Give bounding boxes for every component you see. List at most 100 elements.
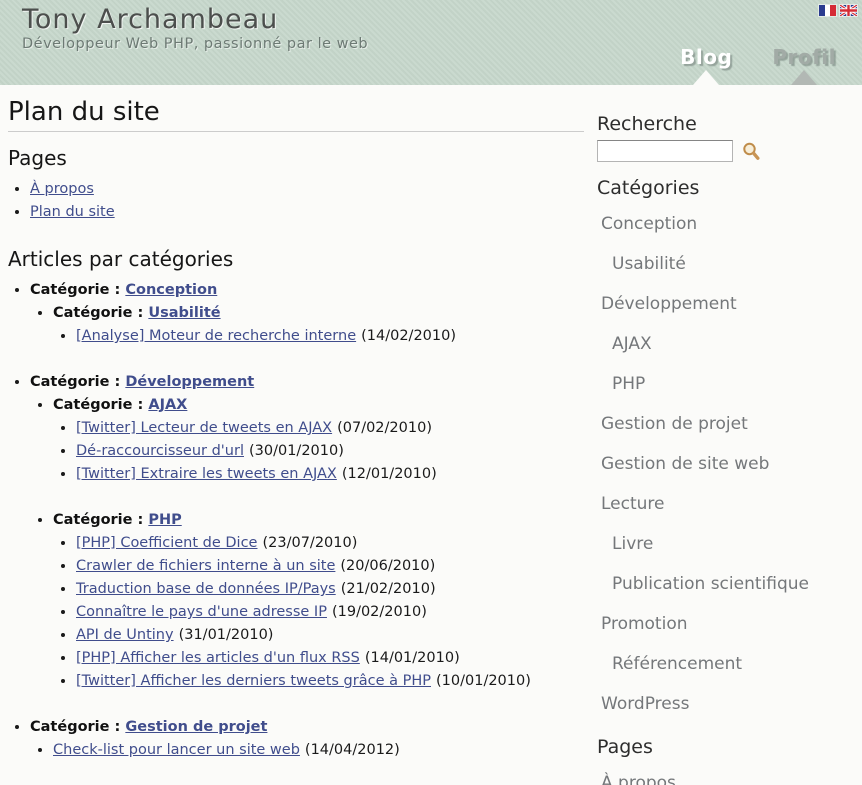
category-label: Catégorie : xyxy=(30,719,120,735)
category-link-gestion-de-projet[interactable]: Gestion de projet xyxy=(125,719,267,735)
article-link[interactable]: [PHP] Coefficient de Dice xyxy=(76,535,257,551)
nav-item-blog[interactable]: Blog xyxy=(680,45,732,85)
category-group: Catégorie : Développement Catégorie : AJAX… xyxy=(30,371,584,693)
main-content: Plan du site Pages À propos Plan du site… xyxy=(8,85,584,785)
sidebar-item-conception[interactable]: Conception xyxy=(597,204,859,244)
sidebar-item-ajax[interactable]: AJAX xyxy=(597,324,859,364)
category-label: Catégorie : xyxy=(30,374,120,390)
article-link[interactable]: Check-list pour lancer un site web xyxy=(53,742,300,758)
article-list: Check-list pour lancer un site web (14/04… xyxy=(30,739,584,762)
site-title[interactable]: Tony Archambeau xyxy=(22,4,278,35)
sidebar-pages-list: À propos xyxy=(597,763,859,785)
article-date: (20/06/2010) xyxy=(340,558,435,574)
article-item: API de Untiny (31/01/2010) xyxy=(76,624,584,647)
sidebar-pages-heading: Pages xyxy=(597,736,859,759)
article-link[interactable]: Connaître le pays d'une adresse IP xyxy=(76,604,327,620)
article-date: (07/02/2010) xyxy=(337,420,432,436)
article-date: (10/01/2010) xyxy=(436,673,531,689)
sidebar: Recherche Catégories Conception Usabilit… xyxy=(597,85,859,785)
article-link[interactable]: [Twitter] Extraire les tweets en AJAX xyxy=(76,466,337,482)
sidebar-item-a-propos[interactable]: À propos xyxy=(597,763,859,785)
page-link-plan-du-site[interactable]: Plan du site xyxy=(30,204,115,220)
french-flag-icon[interactable] xyxy=(819,5,836,16)
article-link[interactable]: Dé-raccourcisseur d'url xyxy=(76,443,244,459)
article-item: [Twitter] Extraire les tweets en AJAX(12… xyxy=(76,463,584,486)
main-nav: Blog Profil xyxy=(680,45,836,85)
article-date: (30/01/2010) xyxy=(249,443,344,459)
subcategory: Catégorie : AJAX [Twitter] Lecteur de twe… xyxy=(53,394,584,486)
pages-list: À propos Plan du site xyxy=(8,178,584,224)
article-item: Connaître le pays d'une adresse IP (19/02… xyxy=(76,601,584,624)
site-header: Tony Archambeau Développeur Web PHP, pas… xyxy=(0,0,862,85)
sidebar-item-php[interactable]: PHP xyxy=(597,364,859,404)
category-link-usabilite[interactable]: Usabilité xyxy=(148,305,220,321)
article-item: Dé-raccourcisseur d'url (30/01/2010) xyxy=(76,440,584,463)
sidebar-item-lecture[interactable]: Lecture xyxy=(597,484,859,524)
sidebar-item-gestion-de-projet[interactable]: Gestion de projet xyxy=(597,404,859,444)
active-tab-arrow-icon xyxy=(693,70,719,85)
category-label: Catégorie : xyxy=(53,305,143,321)
category-link-ajax[interactable]: AJAX xyxy=(148,397,187,413)
sidebar-item-gestion-de-site-web[interactable]: Gestion de site web xyxy=(597,444,859,484)
category-label: Catégorie : xyxy=(30,282,120,298)
sidebar-item-developpement[interactable]: Développement xyxy=(597,284,859,324)
search-input[interactable] xyxy=(597,140,733,162)
sidebar-categories-list: Conception Usabilité Développement AJAX … xyxy=(597,204,859,724)
sidebar-item-wordpress[interactable]: WordPress xyxy=(597,684,859,724)
category-tree: Catégorie : Conception Catégorie : Usabili… xyxy=(8,279,584,762)
article-link[interactable]: Traduction base de données IP/Pays xyxy=(76,581,336,597)
category-link-developpement[interactable]: Développement xyxy=(125,374,254,390)
nav-label-profil: Profil xyxy=(772,45,836,69)
article-item: [Analyse] Moteur de recherche interne (14… xyxy=(76,325,584,348)
article-item: [Twitter] Lecteur de tweets en AJAX (07/0… xyxy=(76,417,584,440)
nav-label-blog: Blog xyxy=(680,45,732,69)
search-heading: Recherche xyxy=(597,113,859,136)
articles-section-heading: Articles par catégories xyxy=(8,248,584,271)
nav-item-profil[interactable]: Profil xyxy=(772,45,836,85)
article-date: (21/02/2010) xyxy=(341,581,436,597)
sidebar-item-usabilite[interactable]: Usabilité xyxy=(597,244,859,284)
category-label: Catégorie : xyxy=(53,397,143,413)
list-item: À propos xyxy=(30,178,584,201)
subcategory-list: Catégorie : Usabilité [Analyse] Moteur de… xyxy=(30,302,584,348)
site-tagline: Développeur Web PHP, passionné par le we… xyxy=(22,36,368,52)
inactive-tab-arrow-icon xyxy=(791,70,817,85)
article-date: (14/01/2010) xyxy=(365,650,460,666)
search-icon[interactable] xyxy=(741,141,761,161)
sidebar-item-promotion[interactable]: Promotion xyxy=(597,604,859,644)
article-link[interactable]: Crawler de fichiers interne à un site xyxy=(76,558,335,574)
article-link[interactable]: [Analyse] Moteur de recherche interne xyxy=(76,328,356,344)
article-item: Traduction base de données IP/Pays (21/02… xyxy=(76,578,584,601)
article-item: [Twitter] Afficher les derniers tweets g… xyxy=(76,670,584,693)
sidebar-categories-heading: Catégories xyxy=(597,177,859,200)
sidebar-item-referencement[interactable]: Référencement xyxy=(597,644,859,684)
article-date: (14/04/2012) xyxy=(305,742,400,758)
article-link[interactable]: [Twitter] Lecteur de tweets en AJAX xyxy=(76,420,332,436)
sidebar-item-livre[interactable]: Livre xyxy=(597,524,859,564)
page-link-a-propos[interactable]: À propos xyxy=(30,181,94,197)
page: Tony Archambeau Développeur Web PHP, pas… xyxy=(0,0,862,785)
search-widget xyxy=(597,140,859,162)
uk-flag-icon[interactable] xyxy=(840,5,857,16)
article-link[interactable]: [Twitter] Afficher les derniers tweets g… xyxy=(76,673,431,689)
article-item: [PHP] Afficher les articles d'un flux RS… xyxy=(76,647,584,670)
article-list: [PHP] Coefficient de Dice (23/07/2010) Cr… xyxy=(53,532,584,693)
article-item: Check-list pour lancer un site web (14/04… xyxy=(53,739,584,762)
subcategory: Catégorie : PHP [PHP] Coefficient de Dice… xyxy=(53,509,584,693)
category-link-php[interactable]: PHP xyxy=(148,512,181,528)
pages-section-heading: Pages xyxy=(8,147,584,170)
article-list: [Analyse] Moteur de recherche interne (14… xyxy=(53,325,584,348)
page-title: Plan du site xyxy=(8,98,584,132)
category-group: Catégorie : Gestion de projet Check-list … xyxy=(30,716,584,762)
sidebar-item-publication-scientifique[interactable]: Publication scientifique xyxy=(597,564,859,604)
language-switcher xyxy=(819,5,857,16)
article-date: (19/02/2010) xyxy=(332,604,427,620)
category-label: Catégorie : xyxy=(53,512,143,528)
article-link[interactable]: API de Untiny xyxy=(76,627,174,643)
category-link-conception[interactable]: Conception xyxy=(125,282,217,298)
article-link[interactable]: [PHP] Afficher les articles d'un flux RS… xyxy=(76,650,360,666)
article-date: (23/07/2010) xyxy=(262,535,357,551)
category-group: Catégorie : Conception Catégorie : Usabili… xyxy=(30,279,584,348)
article-date: (31/01/2010) xyxy=(179,627,274,643)
article-date: (14/02/2010) xyxy=(361,328,456,344)
